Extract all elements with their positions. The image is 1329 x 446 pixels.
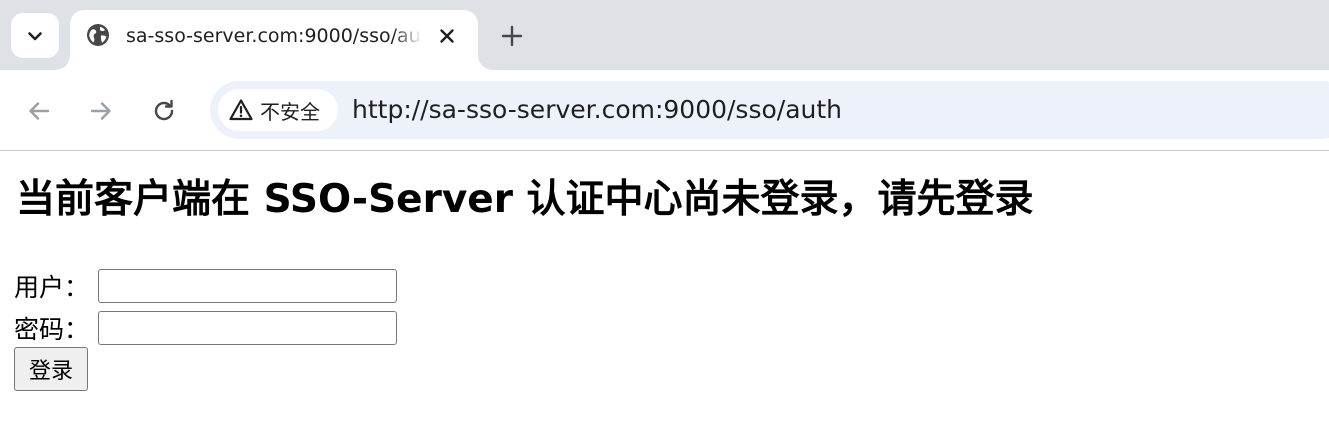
arrow-left-icon [29,102,50,120]
username-label: 用户： [14,273,90,302]
warning-triangle-icon [228,97,254,123]
tab-close-button[interactable] [435,24,459,48]
page-title: 当前客户端在 SSO-Server 认证中心尚未登录，请先登录 [16,177,1034,222]
url-text[interactable]: http://sa-sso-server.com:9000/sso/auth [352,95,842,125]
globe-icon [87,24,109,46]
close-icon [440,29,454,43]
new-tab-button[interactable] [498,22,526,50]
browser-toolbar: 不安全 http://sa-sso-server.com:9000/sso/au… [0,70,1329,151]
tab-search-button[interactable] [11,13,59,58]
arrow-right-icon [90,102,111,120]
back-button[interactable] [24,96,54,126]
tab-title: sa-sso-server.com:9000/sso/auth [126,25,422,47]
login-button[interactable]: 登录 [14,347,88,391]
chevron-down-icon [28,31,42,40]
plus-icon [501,25,523,47]
reload-icon [154,99,174,121]
security-label: 不安全 [260,99,320,124]
password-label: 密码： [14,315,90,344]
password-row: 密码： [14,310,397,346]
password-input[interactable] [98,311,397,345]
tab-strip: sa-sso-server.com:9000/sso/auth [0,0,1329,70]
username-input[interactable] [98,269,397,303]
security-indicator[interactable]: 不安全 [218,89,338,131]
toolbar-divider [0,150,1329,151]
forward-button[interactable] [86,96,116,126]
active-tab[interactable]: sa-sso-server.com:9000/sso/auth [56,10,492,70]
address-bar[interactable]: 不安全 http://sa-sso-server.com:9000/sso/au… [210,81,1329,139]
reload-button[interactable] [149,96,179,126]
username-row: 用户： [14,268,397,304]
